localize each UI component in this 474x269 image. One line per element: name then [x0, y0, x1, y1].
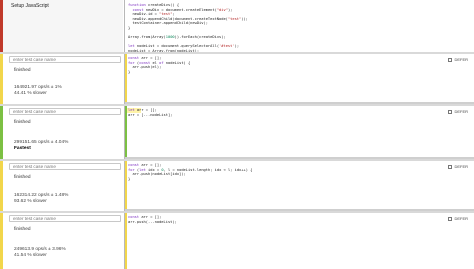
test-name-input[interactable]: enter test case name — [9, 215, 121, 222]
defer-toggle[interactable]: DEFER — [448, 109, 468, 114]
defer-label: DEFER — [454, 216, 468, 221]
test-code-editor[interactable]: const arr = []; for (let idx = 0, l = no… — [125, 161, 474, 211]
test-result: Fastest — [14, 146, 31, 151]
test-info-pane: enter test case name finished 299151.65 … — [3, 106, 123, 159]
test-status: finished — [14, 175, 31, 180]
test-case-2: enter test case name finished 299151.65 … — [0, 106, 474, 159]
defer-checkbox[interactable] — [448, 164, 453, 169]
test-result: 44.41 % slower — [14, 91, 47, 96]
test-case-3: enter test case name finished 162314.22 … — [0, 161, 474, 211]
test-info-pane: enter test case name finished 162314.22 … — [3, 161, 123, 211]
test-code-text[interactable]: const arr = []; for (let idx = 0, l = no… — [128, 163, 252, 181]
setup-label: Setup JavaScript — [11, 3, 49, 9]
defer-label: DEFER — [454, 57, 468, 62]
test-name-input[interactable]: enter test case name — [9, 56, 121, 63]
test-info-pane: enter test case name finished 249613.9 o… — [3, 213, 123, 269]
editor-gutter — [125, 213, 127, 269]
test-ops: 299151.65 ops/s ± 4.04% — [14, 140, 69, 145]
test-code-text[interactable]: const arr = []; for (const el of nodeLis… — [128, 56, 190, 74]
test-code-editor[interactable]: const arr = []; arr.push(...nodeList); D… — [125, 213, 474, 269]
setup-label-pane: Setup JavaScript — [3, 0, 123, 52]
setup-section: Setup JavaScript function createDivs() {… — [0, 0, 474, 54]
test-name-input[interactable]: enter test case name — [9, 108, 121, 115]
editor-gutter — [125, 161, 127, 211]
test-code-text[interactable]: let arr = []; arr = [...nodeList]; — [128, 108, 172, 117]
setup-code-editor[interactable]: function createDivs() { const newDiv = d… — [125, 0, 474, 54]
defer-toggle[interactable]: DEFER — [448, 57, 468, 62]
test-status: finished — [14, 227, 31, 232]
test-info-pane: enter test case name finished 164921.97 … — [3, 54, 123, 104]
defer-label: DEFER — [454, 164, 468, 169]
defer-toggle[interactable]: DEFER — [448, 216, 468, 221]
test-result: 93.62 % slower — [14, 199, 47, 204]
test-code-editor[interactable]: let arr = []; arr = [...nodeList]; DEFER — [125, 106, 474, 159]
test-case-4: enter test case name finished 249613.9 o… — [0, 213, 474, 269]
test-case-1: enter test case name finished 164921.97 … — [0, 54, 474, 104]
test-ops: 164921.97 ops/s ± 1% — [14, 85, 62, 90]
test-name-input[interactable]: enter test case name — [9, 163, 121, 170]
test-status: finished — [14, 68, 31, 73]
test-ops: 249613.9 ops/s ± 3.96% — [14, 247, 66, 252]
test-code-text[interactable]: const arr = []; arr.push(...nodeList); — [128, 215, 177, 224]
defer-checkbox[interactable] — [448, 57, 453, 62]
editor-gutter — [125, 54, 127, 104]
test-status: finished — [14, 120, 31, 125]
defer-toggle[interactable]: DEFER — [448, 164, 468, 169]
setup-code-text[interactable]: function createDivs() { const newDiv = d… — [128, 3, 248, 54]
test-result: 41.54 % slower — [14, 253, 47, 258]
test-code-editor[interactable]: const arr = []; for (const el of nodeLis… — [125, 54, 474, 104]
defer-label: DEFER — [454, 109, 468, 114]
editor-gutter — [125, 106, 127, 159]
defer-checkbox[interactable] — [448, 216, 453, 221]
defer-checkbox[interactable] — [448, 109, 453, 114]
test-ops: 162314.22 ops/s ± 1.48% — [14, 193, 69, 198]
